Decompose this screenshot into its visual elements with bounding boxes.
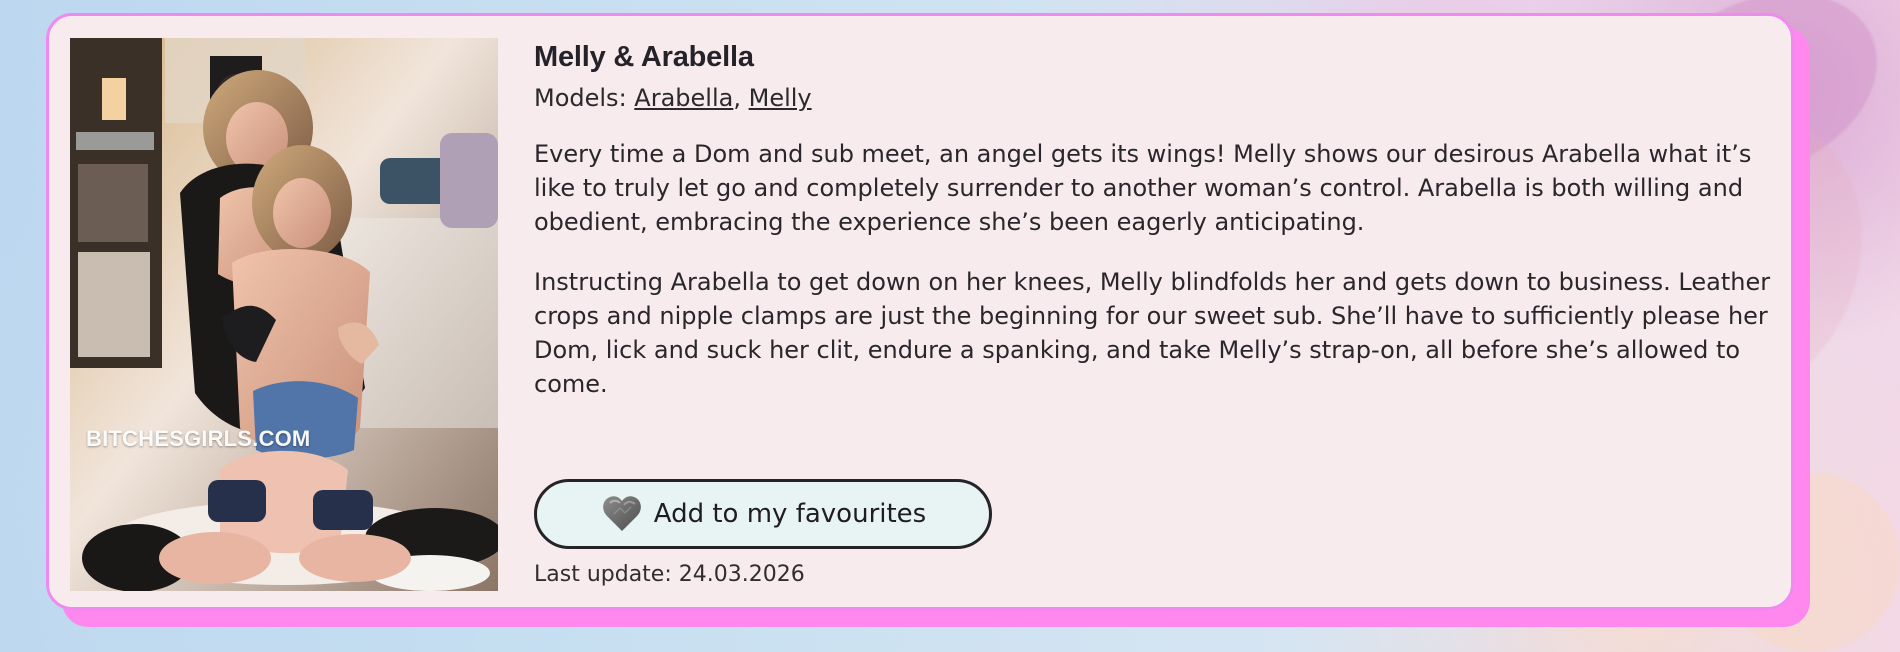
- thumbnail-watermark: BITCHESGIRLS.COM: [86, 426, 311, 451]
- add-to-favourites-label: Add to my favourites: [653, 499, 927, 529]
- models-line: Models: Arabella, Melly: [534, 83, 1789, 113]
- model-link-arabella[interactable]: Arabella: [634, 84, 733, 112]
- last-update-text: Last update: 24.03.2026: [534, 562, 805, 587]
- video-card: BITCHESGIRLS.COM Melly & Arabella Models…: [46, 13, 1794, 610]
- models-separator: ,: [733, 84, 749, 112]
- video-thumbnail[interactable]: BITCHESGIRLS.COM: [70, 38, 498, 591]
- card-content: Melly & Arabella Models: Arabella, Melly…: [534, 40, 1789, 427]
- video-description: Every time a Dom and sub meet, an angel …: [534, 137, 1784, 401]
- description-paragraph: Every time a Dom and sub meet, an angel …: [534, 140, 1752, 236]
- heart-icon: [602, 496, 641, 531]
- description-paragraph: Instructing Arabella to get down on her …: [534, 268, 1771, 398]
- model-link-melly[interactable]: Melly: [749, 84, 812, 112]
- video-title: Melly & Arabella: [534, 41, 754, 73]
- add-to-favourites-button[interactable]: Add to my favourites: [534, 479, 992, 549]
- thumbnail-illustration: [70, 38, 498, 591]
- models-label: Models:: [534, 84, 627, 112]
